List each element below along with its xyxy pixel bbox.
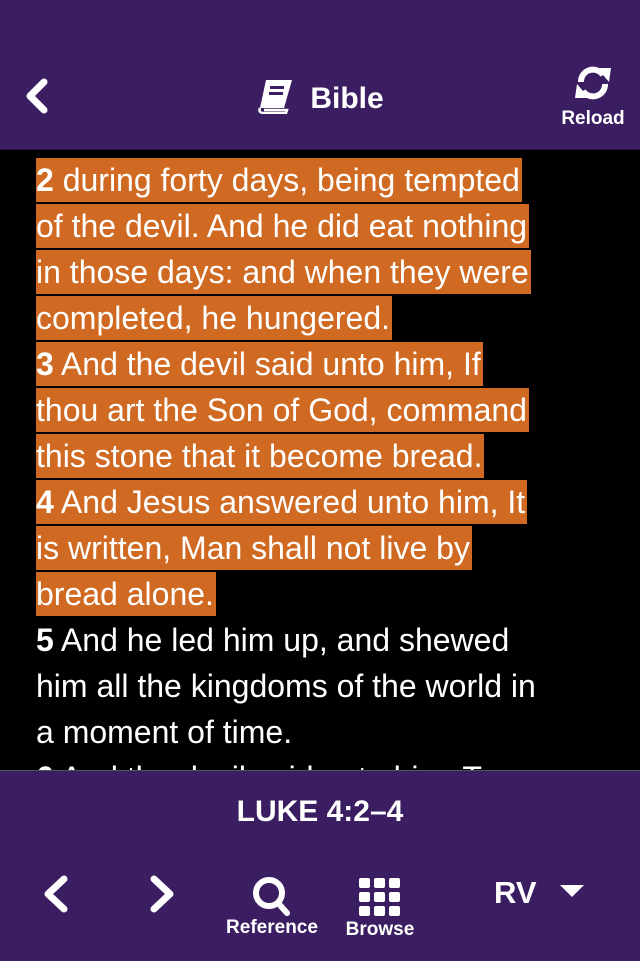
version-label: RV — [494, 875, 537, 910]
verse-line[interactable]: completed, he hungered. — [36, 296, 393, 342]
scripture-text[interactable]: 2 during forty days, being tempted of the… — [0, 150, 640, 770]
verse-line[interactable]: 6 And the devil said unto him, To — [36, 756, 496, 770]
verse-text: a moment of time. — [36, 714, 292, 750]
highlighted-text: is written, Man shall not live by — [36, 526, 472, 570]
line-text: a moment of time. — [36, 714, 293, 750]
verse-number: 5 — [36, 622, 54, 658]
line-text: him all the kingdoms of the world in — [36, 668, 536, 704]
verse-line[interactable]: 5 And he led him up, and shewed — [36, 618, 509, 664]
verse-line[interactable]: a moment of time. — [36, 710, 292, 756]
verse-text: 5 And he led him up, and shewed — [36, 622, 509, 658]
version-selector[interactable]: RV — [494, 875, 585, 911]
reload-button[interactable]: Reload — [558, 64, 628, 130]
highlighted-text: in those days: and when they were — [36, 250, 531, 294]
verse-line[interactable]: is written, Man shall not live by — [36, 526, 472, 572]
previous-chapter-icon[interactable] — [38, 873, 74, 915]
browse-label: Browse — [345, 919, 415, 940]
highlighted-text: 2 during forty days, being tempted — [36, 158, 522, 202]
verse-number: 4 — [36, 484, 54, 520]
bottom-bar: LUKE 4:2–4 Reference Browse RV — [0, 770, 640, 961]
verse-number: 6 — [36, 760, 54, 770]
highlighted-text: of the devil. And he did eat nothing — [36, 204, 530, 248]
highlighted-text: 4 And Jesus answered unto him, It — [36, 480, 528, 524]
line-text: is written, Man shall not live by — [36, 530, 470, 566]
line-text: And the devil said unto him, To — [54, 760, 496, 770]
highlighted-text: bread alone. — [36, 572, 216, 616]
refresh-icon — [575, 66, 611, 100]
caret-down-icon — [560, 885, 585, 897]
search-icon — [253, 877, 290, 916]
verse-line[interactable]: of the devil. And he did eat nothing — [36, 204, 530, 250]
highlighted-text: 3 And the devil said unto him, If — [36, 342, 483, 386]
line-text: in those days: and when they were — [36, 254, 529, 290]
grid-icon — [359, 878, 400, 916]
highlighted-text: completed, he hungered. — [36, 296, 393, 340]
line-text: And he led him up, and shewed — [53, 622, 510, 658]
title-text: Bible — [310, 82, 384, 115]
verse-line[interactable]: 3 And the devil said unto him, If — [36, 342, 483, 388]
line-text: this stone that it become bread. — [36, 438, 483, 474]
next-chapter-icon[interactable] — [144, 873, 180, 915]
verse-line[interactable]: bread alone. — [36, 572, 216, 618]
line-text: of the devil. And he did eat nothing — [36, 208, 528, 244]
verse-line[interactable]: this stone that it become bread. — [36, 434, 485, 480]
line-text: And the devil said unto him, If — [53, 346, 481, 382]
highlighted-text: thou art the Son of God, command — [36, 388, 529, 432]
line-text: bread alone. — [36, 576, 214, 612]
verse-line[interactable]: 2 during forty days, being tempted — [36, 158, 522, 204]
book-icon — [258, 80, 293, 115]
page-title: Bible — [0, 78, 640, 116]
verse-text: 6 And the devil said unto him, To — [36, 760, 496, 770]
verse-line[interactable]: him all the kingdoms of the world in — [36, 664, 536, 710]
browse-button[interactable]: Browse — [330, 877, 430, 941]
verse-line[interactable]: thou art the Son of God, command — [36, 388, 529, 434]
line-text: thou art the Son of God, command — [36, 392, 527, 428]
verse-line[interactable]: in those days: and when they were — [36, 250, 531, 296]
passage-reference: LUKE 4:2–4 — [236, 795, 404, 828]
highlighted-text: this stone that it become bread. — [36, 434, 485, 478]
line-text: during forty days, being tempted — [53, 162, 520, 198]
verse-text: him all the kingdoms of the world in — [36, 668, 536, 704]
line-text: And Jesus answered unto him, It — [53, 484, 526, 520]
verse-number: 2 — [36, 162, 54, 198]
reference-button[interactable]: Reference — [222, 875, 322, 939]
top-bar: Bible Reload — [0, 0, 640, 150]
line-text: completed, he hungered. — [36, 300, 391, 336]
verse-number: 3 — [36, 346, 54, 382]
reference-label: Reference — [226, 917, 318, 938]
verse-line[interactable]: 4 And Jesus answered unto him, It — [36, 480, 528, 526]
reload-label: Reload — [561, 108, 625, 129]
